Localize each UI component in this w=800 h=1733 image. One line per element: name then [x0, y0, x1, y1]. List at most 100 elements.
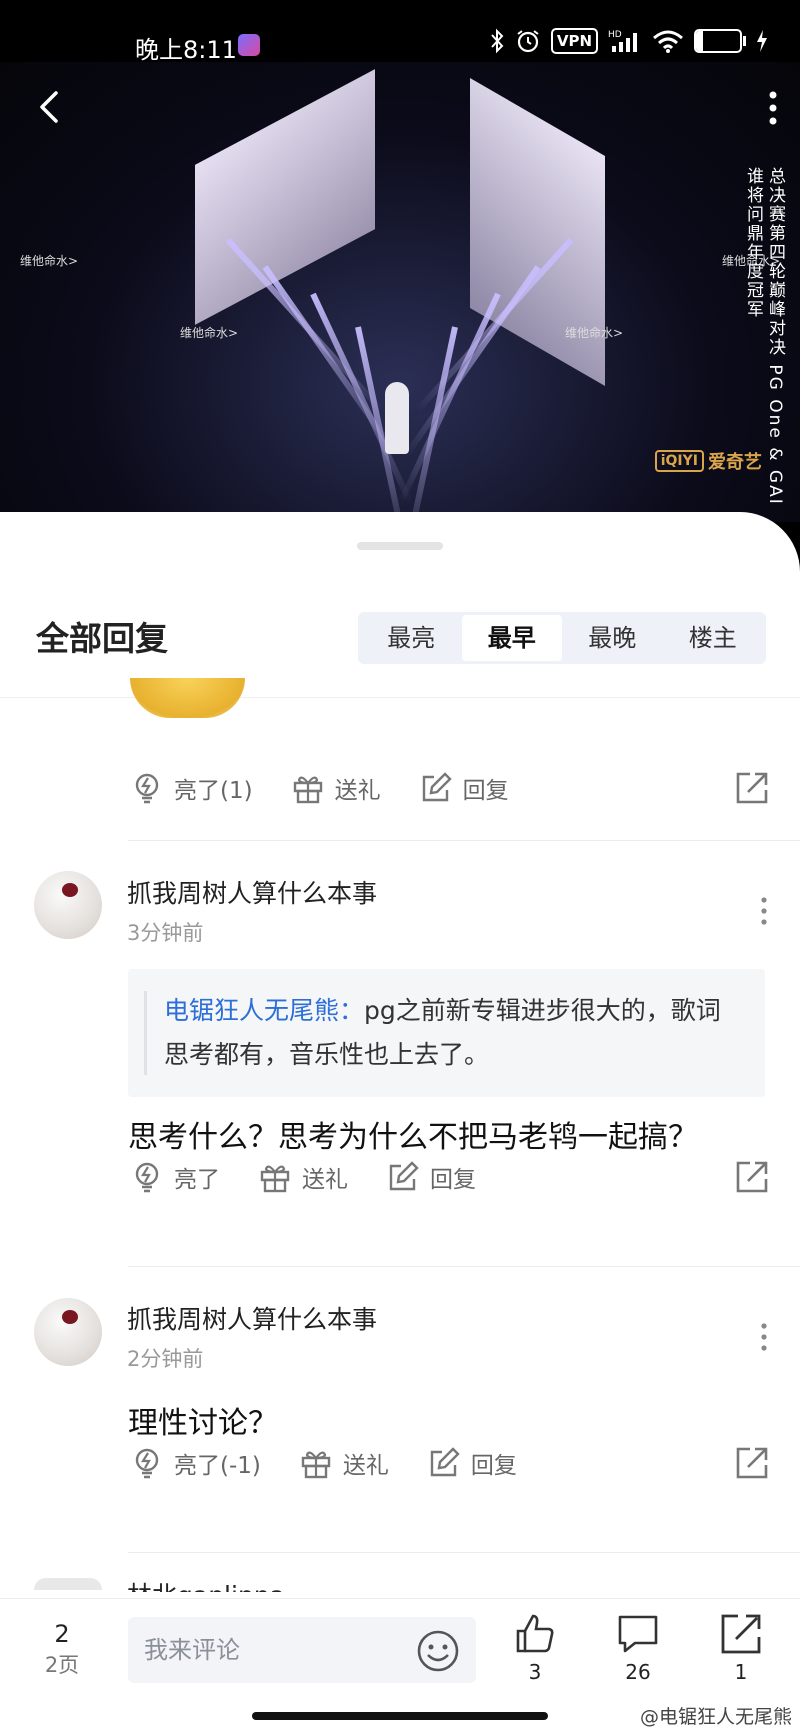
watermark: @电锯狂人无尾熊 — [639, 1706, 792, 1728]
gift-label: 送礼 — [342, 1453, 389, 1479]
iqiyi-logo: iQIYI 爱奇艺 — [654, 448, 762, 474]
back-arrow-icon[interactable] — [32, 90, 66, 124]
page-total: 2页 — [44, 1653, 80, 1677]
performer — [385, 382, 409, 454]
gift-label: 送礼 — [302, 1167, 348, 1193]
sort-tab-op[interactable]: 楼主 — [663, 615, 764, 661]
share-icon[interactable] — [734, 1445, 770, 1481]
comment-text: 理性讨论？ — [128, 1406, 278, 1441]
sheet-title: 全部回复 — [36, 619, 168, 658]
divider — [128, 1266, 800, 1267]
comment-actions: 亮了 送礼 回复 — [130, 1155, 770, 1199]
sort-tab-brightest[interactable]: 最亮 — [361, 615, 462, 661]
share-post-button[interactable]: 1 — [711, 1611, 771, 1687]
battery-fill — [696, 31, 704, 51]
reply-button[interactable]: 回复 — [427, 1446, 517, 1480]
lightbulb-icon — [135, 1162, 159, 1193]
avatar[interactable] — [34, 1298, 102, 1366]
like-button[interactable]: 亮了(-1) — [130, 1446, 261, 1480]
bluetooth-icon — [491, 28, 504, 54]
emoji-icon[interactable] — [416, 1629, 460, 1673]
comment-actions: 亮了(-1) 送礼 回复 — [130, 1441, 770, 1485]
sheet-header: 全部回复 最亮 最早 最晚 楼主 — [0, 572, 800, 698]
comment-time: 2分钟前 — [127, 1347, 204, 1371]
username[interactable]: 抓我周树人算什么本事 — [127, 1300, 377, 1336]
sort-tab-earliest[interactable]: 最早 — [461, 615, 562, 661]
more-options-icon[interactable] — [768, 90, 778, 126]
comments-button[interactable]: 26 — [608, 1611, 668, 1687]
iqiyi-badge: iQIYI — [654, 450, 704, 472]
lightbulb-icon — [135, 773, 159, 804]
like-label: 亮了(-1) — [174, 1453, 261, 1479]
page-indicator[interactable]: 2 2页 — [36, 1619, 88, 1681]
comment-input-box[interactable] — [128, 1617, 476, 1683]
battery-cap — [743, 36, 746, 46]
reply-button[interactable]: 回复 — [386, 1160, 476, 1194]
page-current: 2 — [54, 1620, 70, 1648]
gift-icon — [293, 776, 322, 804]
sort-tab-latest[interactable]: 最晚 — [562, 615, 663, 661]
like-count: 3 — [528, 1660, 542, 1684]
like-button[interactable]: 亮了 — [130, 1160, 220, 1194]
divider — [128, 840, 800, 841]
battery-indicator: 17 — [694, 29, 746, 53]
reply-button[interactable]: 回复 — [419, 771, 509, 805]
gift-button[interactable]: 送礼 — [258, 1160, 348, 1194]
stage-caption: 维他命水> — [565, 326, 624, 340]
gift-icon — [301, 1451, 331, 1479]
gift-icon — [260, 1165, 290, 1193]
bottom-bar: 2 2页 3 26 1 — [0, 1598, 800, 1700]
iqiyi-name: 爱奇艺 — [708, 452, 762, 473]
charging-icon — [757, 30, 767, 52]
gift-button[interactable]: 送礼 — [299, 1446, 389, 1480]
username[interactable]: 抓我周树人算什么本事 — [127, 874, 377, 910]
share-icon[interactable] — [734, 1159, 770, 1195]
gift-button[interactable]: 送礼 — [291, 771, 381, 805]
status-icons: VPN HD 17 — [489, 28, 768, 54]
quoted-reply[interactable]: 电锯狂人无尾熊：pg之前新专辑进步很大的，歌词思考都有，音乐性也上去了。 — [128, 969, 765, 1097]
comment-more-icon[interactable] — [760, 896, 768, 926]
share-icon — [721, 1614, 761, 1654]
battery-body: 17 — [694, 29, 742, 53]
battery-level: 17 — [707, 32, 729, 50]
share-icon[interactable] — [734, 770, 770, 806]
emoji-sticker-image — [130, 678, 245, 718]
stage-screen-left — [195, 69, 375, 325]
comment-more-icon[interactable] — [760, 1322, 768, 1352]
comment-count: 26 — [625, 1660, 651, 1684]
comment-text: 思考什么？思考为什么不把马老鸨一起搞？ — [128, 1120, 698, 1155]
status-time: 晚上8:11 — [135, 36, 237, 64]
edit-icon — [422, 772, 452, 802]
comment-input[interactable] — [144, 1617, 394, 1683]
divider — [128, 1552, 800, 1553]
like-label: 亮了 — [174, 1167, 220, 1193]
alarm-icon — [517, 30, 539, 53]
svg-text:HD: HD — [608, 30, 622, 40]
notification-app-icon — [238, 34, 260, 56]
edit-icon — [389, 1161, 419, 1191]
avatar[interactable] — [34, 1578, 102, 1590]
reply-label: 回复 — [470, 1453, 517, 1479]
username[interactable]: 林北ganlinna — [127, 1576, 285, 1592]
avatar[interactable] — [34, 871, 102, 939]
stage-caption: 维他命水> — [20, 254, 79, 268]
comment-actions: 亮了(1) 送礼 回复 — [130, 766, 770, 810]
video-player[interactable]: 维他命水> 维他命水> 维他命水> 维他命水> 总决赛第四轮巅峰对决 PG On… — [0, 62, 800, 522]
lightbulb-icon — [135, 1448, 159, 1479]
avatar-detail — [62, 1310, 78, 1324]
edit-icon — [430, 1447, 460, 1477]
thumbs-up-icon — [516, 1614, 554, 1653]
home-indicator[interactable] — [252, 1712, 548, 1720]
cellular-signal-icon: HD — [608, 30, 637, 52]
quoted-author[interactable]: 电锯狂人无尾熊： — [164, 996, 364, 1025]
reply-label: 回复 — [430, 1167, 476, 1193]
share-count: 1 — [734, 1660, 748, 1684]
like-button[interactable]: 亮了(1) — [130, 771, 253, 805]
stage-caption: 维他命水> — [180, 326, 239, 340]
comment-bubble-icon — [618, 1615, 658, 1653]
vpn-badge: VPN — [550, 28, 598, 54]
sheet-drag-handle[interactable] — [357, 542, 443, 550]
wifi-icon — [653, 30, 683, 53]
replies-sheet: 全部回复 最亮 最早 最晚 楼主 亮了(1) 送礼 回复 抓我周树人算什么本事 … — [0, 512, 800, 1733]
like-post-button[interactable]: 3 — [505, 1611, 565, 1687]
